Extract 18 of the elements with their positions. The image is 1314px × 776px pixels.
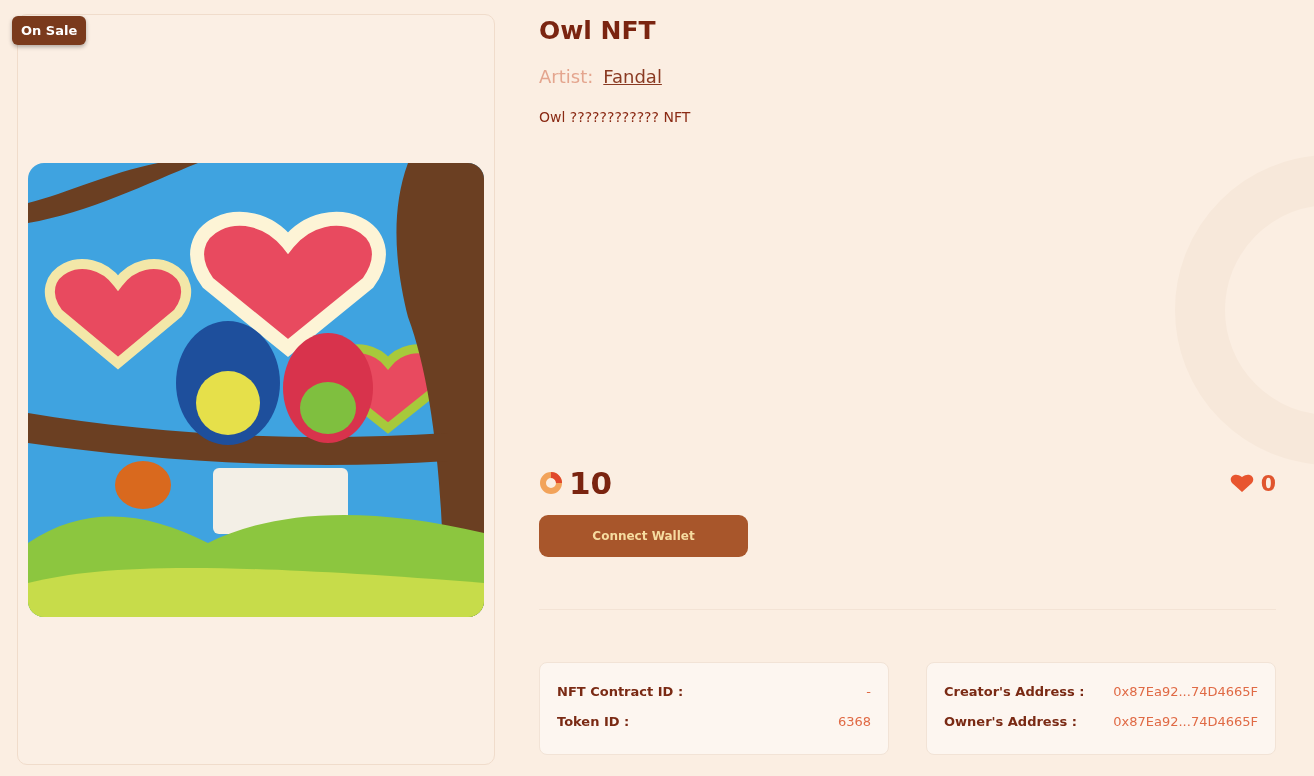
connect-wallet-button[interactable]: Connect Wallet [539, 515, 748, 557]
nft-title: Owl NFT [539, 16, 657, 47]
field-value: 0x87Ea92...74D4665F [1113, 684, 1258, 701]
field-label: Owner's Address : [944, 714, 1077, 731]
artist-label: Artist: [539, 66, 594, 87]
field-label: Creator's Address : [944, 684, 1085, 701]
artist-link[interactable]: Fandal [603, 66, 662, 87]
field-label: NFT Contract ID : [557, 684, 684, 701]
nft-description: Owl ???????????? NFT [539, 109, 692, 125]
field-value: - [866, 684, 871, 701]
heart-icon[interactable] [1228, 473, 1255, 493]
price-value: 10 [569, 465, 613, 501]
field-value: 6368 [837, 714, 871, 731]
on-sale-badge: On Sale [12, 16, 87, 45]
field-label: Token ID : [557, 714, 630, 731]
field-value: 0x87Ea92...74D4665F [1113, 714, 1258, 731]
like-count: 0 [1260, 470, 1276, 496]
token-icon [539, 471, 563, 495]
